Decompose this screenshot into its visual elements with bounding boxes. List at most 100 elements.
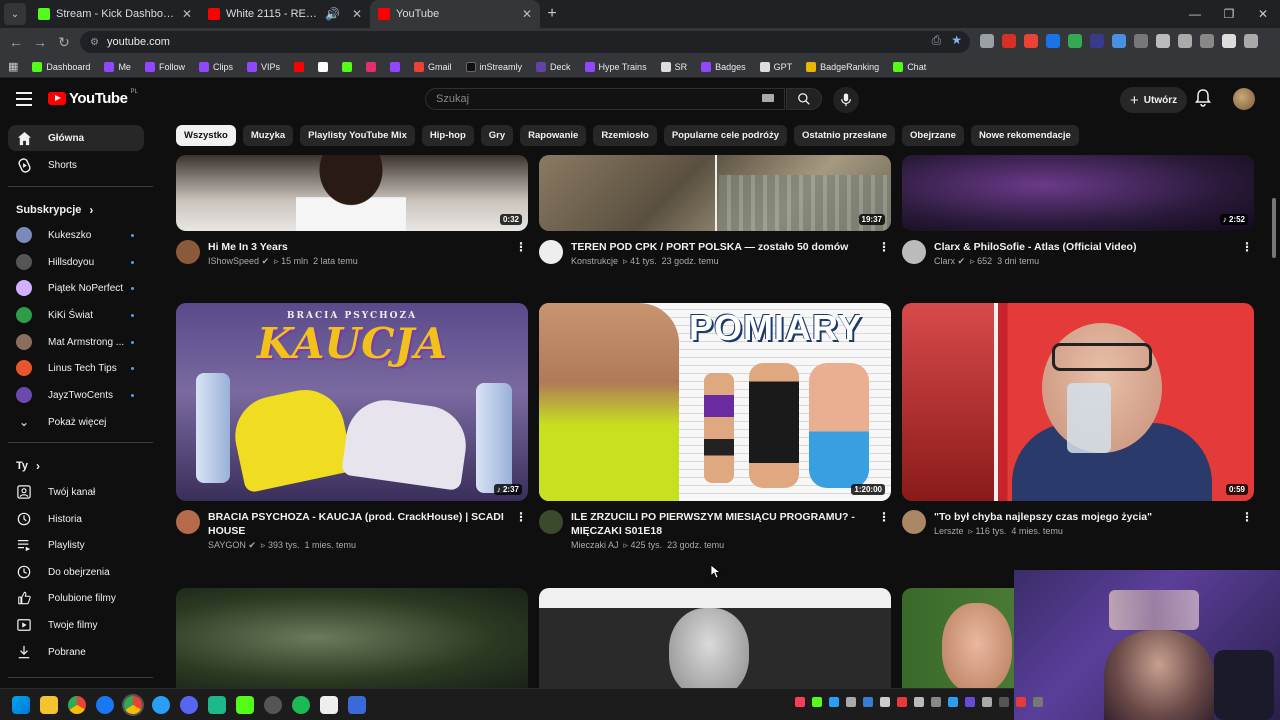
- chrome-icon[interactable]: [68, 695, 86, 714]
- forward-icon[interactable]: →: [28, 34, 52, 50]
- menu-icon[interactable]: [16, 92, 32, 106]
- voice-search-button[interactable]: [833, 87, 859, 113]
- channel-avatar[interactable]: [176, 240, 200, 264]
- discord-icon[interactable]: [180, 695, 198, 714]
- sidebar-item-channel[interactable]: Twój kanał: [8, 479, 144, 505]
- bookmark[interactable]: Gmail: [414, 61, 452, 72]
- bookmark[interactable]: VIPs: [246, 61, 280, 72]
- extension-icon[interactable]: [1024, 34, 1038, 48]
- extension-icon[interactable]: [1090, 34, 1104, 48]
- speaker-icon[interactable]: 🔊: [325, 7, 340, 21]
- tray-icon[interactable]: [999, 697, 1009, 707]
- bookmark-twitch[interactable]: [390, 61, 400, 72]
- close-window-icon[interactable]: ✕: [1246, 0, 1280, 28]
- channel-name[interactable]: IShowSpeed: [208, 256, 259, 266]
- sidebar-subscription[interactable]: Piątek NoPerfect: [8, 275, 144, 301]
- channel-avatar[interactable]: [539, 510, 563, 534]
- sidebar-subscription[interactable]: Mat Armstrong ...: [8, 329, 144, 355]
- address-bar[interactable]: ⚙ youtube.com ⎙ ★: [80, 31, 970, 53]
- video-title[interactable]: TEREN POD CPK / PORT POLSKA — zostało 50…: [571, 240, 871, 254]
- sidebar-item-history[interactable]: Historia: [8, 506, 144, 532]
- tray-icon[interactable]: [880, 697, 890, 707]
- media-icon[interactable]: [1200, 34, 1214, 48]
- chip[interactable]: Gry: [480, 125, 514, 146]
- sidebar-item-liked[interactable]: Polubione filmy: [8, 585, 144, 611]
- notifications-button[interactable]: [1195, 89, 1211, 112]
- more-options-icon[interactable]: ⋮: [1241, 240, 1253, 254]
- shield-icon[interactable]: [1156, 34, 1170, 48]
- bookmark[interactable]: Badges: [701, 61, 746, 72]
- video-thumbnail[interactable]: [539, 588, 891, 688]
- search-input[interactable]: Szukaj: [425, 88, 785, 110]
- chip[interactable]: Obejrzane: [902, 125, 964, 146]
- channel-name[interactable]: Mieczaki AJ: [571, 540, 619, 550]
- chip[interactable]: Rapowanie: [520, 125, 587, 146]
- tray-icon[interactable]: [982, 697, 992, 707]
- extension-icon[interactable]: [1068, 34, 1082, 48]
- tray-icon[interactable]: [1016, 697, 1026, 707]
- bookmark[interactable]: Follow: [144, 61, 185, 72]
- sidebar-subscription[interactable]: JayzTwoCents: [8, 382, 144, 408]
- extension-icon[interactable]: [1112, 34, 1126, 48]
- sidebar-subscription[interactable]: Kukeszko: [8, 222, 144, 248]
- tray-icon[interactable]: [1033, 697, 1043, 707]
- bookmark[interactable]: inStreamly: [465, 61, 522, 72]
- tray-icon[interactable]: [948, 697, 958, 707]
- channel-avatar[interactable]: [176, 510, 200, 534]
- tray-icon[interactable]: [812, 697, 822, 707]
- channel-avatar[interactable]: [539, 240, 563, 264]
- youtube-logo[interactable]: YouTube PL: [48, 89, 138, 107]
- tray-icon[interactable]: [931, 697, 941, 707]
- video-title[interactable]: Clarx & PhiloSofie - Atlas (Official Vid…: [934, 240, 1234, 254]
- video-title[interactable]: "To był chyba najlepszy czas mojego życi…: [934, 510, 1234, 524]
- bookmark[interactable]: Dashboard: [32, 61, 90, 72]
- bookmark-x[interactable]: [318, 61, 328, 72]
- tab-close-icon[interactable]: ✕: [522, 7, 532, 21]
- sidebar-item-watch-later[interactable]: Do obejrzenia: [8, 559, 144, 585]
- profile-icon[interactable]: [1222, 34, 1236, 48]
- you-header[interactable]: Ty ›: [16, 459, 40, 473]
- tray-icon[interactable]: [846, 697, 856, 707]
- video-thumbnail[interactable]: ♪ 2:52: [902, 155, 1254, 231]
- app-icon[interactable]: [208, 695, 226, 714]
- chip[interactable]: Playlisty YouTube Mix: [300, 125, 415, 146]
- install-icon[interactable]: ⎙: [932, 33, 942, 48]
- more-options-icon[interactable]: ⋮: [515, 240, 527, 254]
- file-explorer-icon[interactable]: [40, 695, 58, 714]
- bookmark[interactable]: Hype Trains: [584, 61, 647, 72]
- subscriptions-header[interactable]: Subskrypcje ›: [16, 203, 93, 217]
- create-button[interactable]: + Utwórz: [1120, 87, 1188, 113]
- bookmark[interactable]: Chat: [893, 61, 926, 72]
- spotify-icon[interactable]: [292, 695, 310, 714]
- channel-name[interactable]: Konstrukcje: [571, 256, 618, 266]
- minimize-icon[interactable]: —: [1178, 0, 1212, 28]
- chip[interactable]: Muzyka: [242, 125, 294, 146]
- tray-icon[interactable]: [914, 697, 924, 707]
- video-thumbnail[interactable]: 0:32: [176, 155, 528, 231]
- video-thumbnail[interactable]: POMIARY 1:20:00: [539, 303, 891, 501]
- kick-icon[interactable]: [236, 695, 254, 714]
- extension-icon[interactable]: [1002, 34, 1016, 48]
- bookmark[interactable]: Deck: [536, 61, 571, 72]
- chip[interactable]: Hip-hop: [421, 125, 474, 146]
- channel-name[interactable]: SAYGON: [208, 540, 246, 550]
- bookmark-youtube[interactable]: [294, 61, 304, 72]
- sidebar-subscription[interactable]: Hillsdoyou: [8, 249, 144, 275]
- tab-search-button[interactable]: ⌄: [4, 3, 26, 25]
- browser-tab-kick[interactable]: Stream - Kick Dashboard ✕: [30, 0, 200, 28]
- sidebar-item-shorts[interactable]: Shorts: [8, 152, 144, 178]
- bookmark[interactable]: Clips: [198, 61, 233, 72]
- puzzle-icon[interactable]: [1178, 34, 1192, 48]
- chip[interactable]: Nowe rekomendacje: [970, 125, 1079, 146]
- reload-icon[interactable]: ↻: [52, 34, 76, 51]
- more-options-icon[interactable]: ⋮: [878, 240, 890, 254]
- show-more-button[interactable]: ⌄ Pokaż więcej: [8, 409, 144, 435]
- more-options-icon[interactable]: ⋮: [878, 510, 890, 524]
- app-icon[interactable]: [152, 695, 170, 714]
- channel-name[interactable]: Clarx: [934, 256, 955, 266]
- site-info-icon[interactable]: ⚙: [90, 37, 99, 48]
- channel-avatar[interactable]: [902, 510, 926, 534]
- video-title[interactable]: BRACIA PSYCHOZA - KAUCJA (prod. CrackHou…: [208, 510, 508, 538]
- more-options-icon[interactable]: ⋮: [1241, 510, 1253, 524]
- tray-icon[interactable]: [897, 697, 907, 707]
